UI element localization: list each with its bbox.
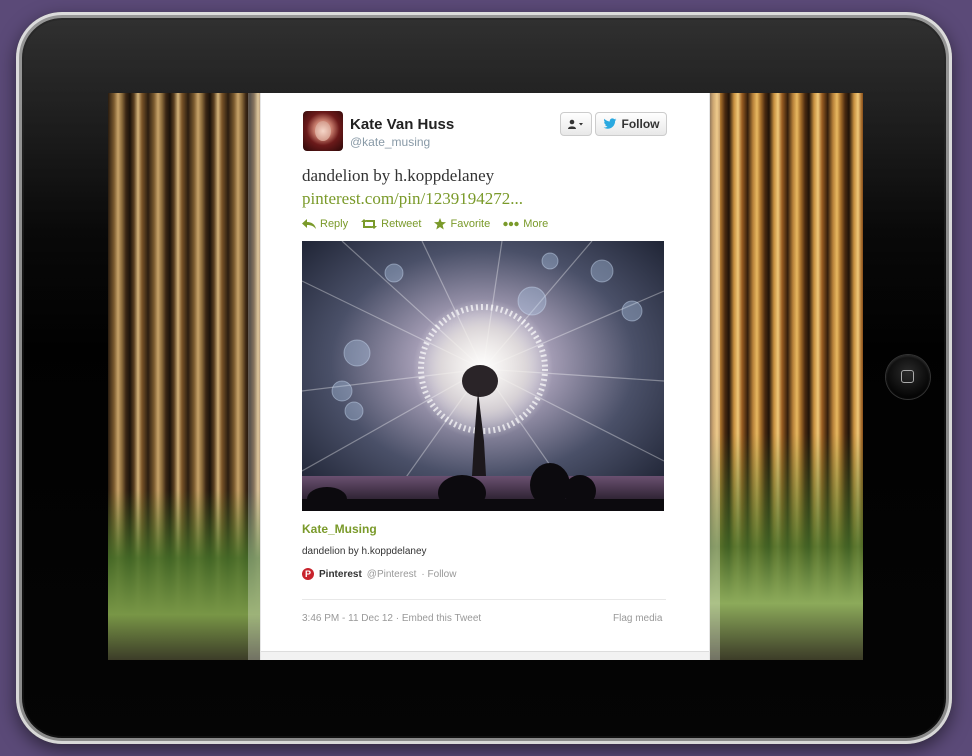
reply-label: Reply xyxy=(320,218,349,230)
home-button-icon xyxy=(901,370,914,383)
embedded-tweet: Kate Van Huss @kate_musing Follow dandel… xyxy=(260,93,710,660)
follow-button-label: Follow xyxy=(621,117,660,131)
user-screen-name[interactable]: @kate_musing xyxy=(350,135,430,149)
tweet-footer-bar xyxy=(261,651,709,660)
twitter-bird-icon xyxy=(603,118,616,129)
reply-button[interactable]: Reply xyxy=(302,218,348,230)
forest-background-right xyxy=(708,93,863,660)
overlay-edge-left xyxy=(248,93,260,660)
user-fullname[interactable]: Kate Van Huss xyxy=(350,116,454,133)
card-source: P Pinterest @Pinterest · Follow xyxy=(302,568,456,580)
dandelion-photo xyxy=(302,241,664,511)
tablet-screen: Kate Van Huss @kate_musing Follow dandel… xyxy=(108,93,863,660)
card-description: dandelion by h.koppdelaney xyxy=(302,546,427,557)
tweet-media-image[interactable] xyxy=(302,241,664,511)
more-icon xyxy=(503,221,519,227)
tweet-link[interactable]: pinterest.com/pin/1239194272... xyxy=(302,189,523,209)
follow-button[interactable]: Follow xyxy=(595,112,667,136)
retweet-label: Retweet xyxy=(381,218,422,230)
pinterest-icon: P xyxy=(302,568,314,580)
home-button[interactable] xyxy=(886,355,930,399)
avatar[interactable] xyxy=(303,111,343,151)
tweet-timestamp[interactable]: 3:46 PM - 11 Dec 12 · Embed this Tweet xyxy=(302,613,481,624)
reply-icon xyxy=(302,219,316,229)
favorite-icon xyxy=(434,218,447,230)
divider xyxy=(302,599,666,600)
favorite-button[interactable]: Favorite xyxy=(434,218,490,230)
card-source-follow[interactable]: · Follow xyxy=(421,569,456,580)
retweet-button[interactable]: Retweet xyxy=(361,218,421,230)
favorite-label: Favorite xyxy=(450,218,491,230)
tweet-text: dandelion by h.koppdelaney xyxy=(302,166,495,185)
user-menu-button[interactable] xyxy=(560,112,592,136)
more-button[interactable]: More xyxy=(503,218,548,230)
tweet-actions: Reply Retweet Favorite More xyxy=(302,218,548,230)
retweet-icon xyxy=(361,219,378,229)
card-source-name[interactable]: Pinterest xyxy=(319,569,362,580)
flag-media-link[interactable]: Flag media xyxy=(613,613,662,624)
card-author[interactable]: Kate_Musing xyxy=(302,522,377,536)
forest-background-left xyxy=(108,93,260,660)
more-label: More xyxy=(523,218,549,230)
card-source-handle[interactable]: @Pinterest xyxy=(367,569,417,580)
user-menu-icon xyxy=(568,119,583,129)
